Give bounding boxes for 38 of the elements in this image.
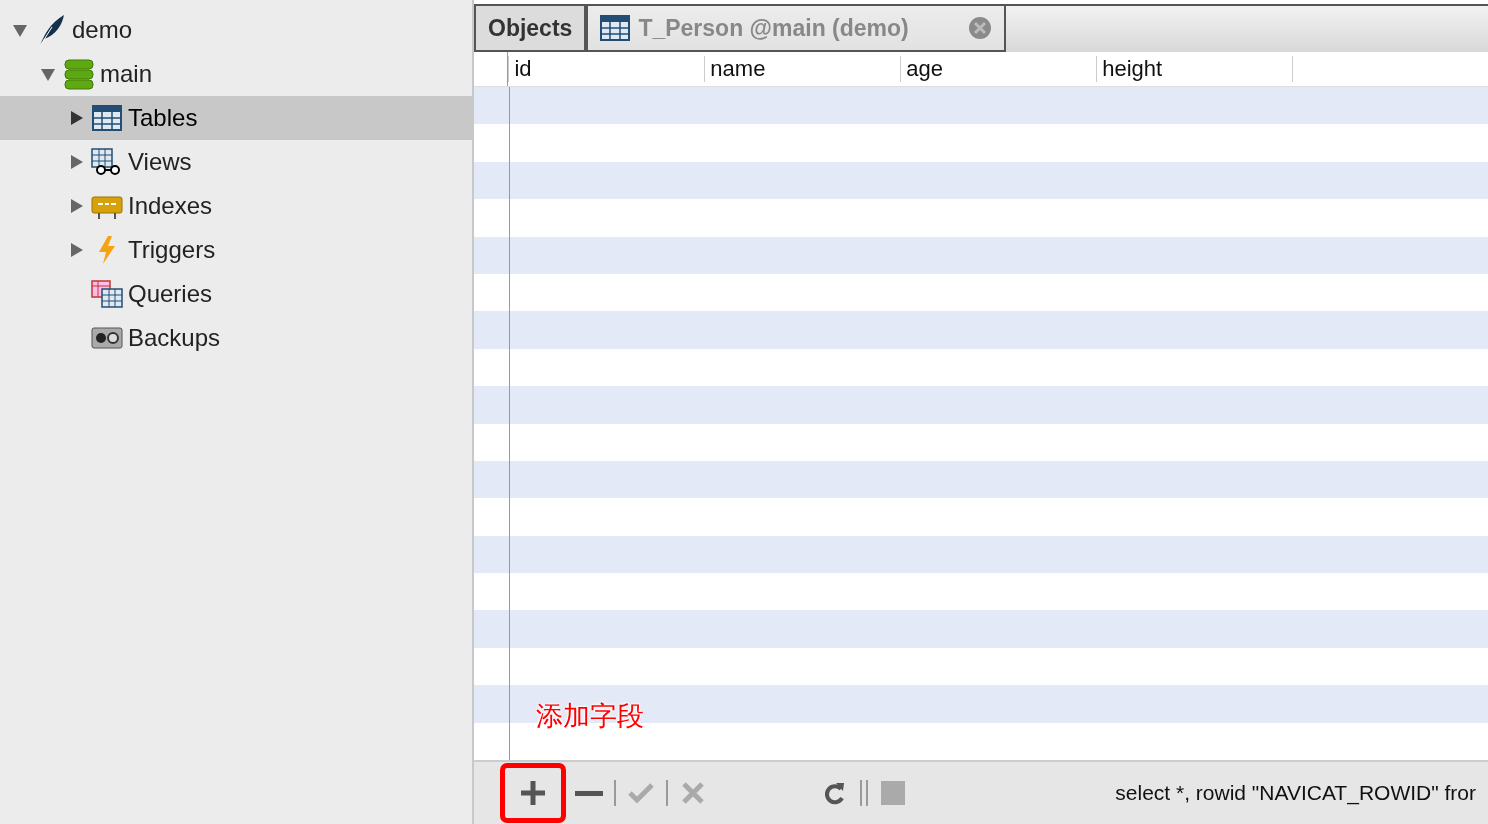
tab-label: Objects [488,14,573,42]
column-header[interactable]: id [508,56,705,82]
tree-item[interactable]: Backups [0,316,472,360]
close-icon[interactable] [968,16,993,40]
minus-icon [575,790,603,796]
callout-label: 添加字段 [536,700,644,733]
tree-item[interactable]: Tables [0,96,472,140]
table-icon [92,105,122,131]
add-icon [521,781,545,805]
cassette-icon [91,327,123,349]
table-icon [600,15,631,41]
expanded-triangle-icon[interactable] [12,22,28,38]
tab[interactable]: Objects [474,6,587,52]
database-icon [63,58,95,90]
add-button[interactable] [500,763,566,823]
table-glasses-icon [91,148,123,176]
column-header[interactable]: height [1096,56,1293,82]
column-header[interactable]: name [704,56,901,82]
refresh-icon [824,781,846,805]
tree-item[interactable]: Indexes [0,184,472,228]
tree-item[interactable]: demo [0,8,472,52]
collapsed-triangle-icon[interactable] [68,198,84,214]
column-header[interactable]: age [900,56,1097,82]
expanded-triangle-icon[interactable] [40,66,56,82]
tree-item[interactable]: Triggers [0,228,472,272]
collapsed-triangle-icon[interactable] [68,242,84,258]
x-icon [682,782,704,804]
sql-status-text: select *, rowid "NAVICAT_ROWID" fror [1115,781,1477,805]
tab-label: T_Person @main (demo) [638,14,909,42]
query-tables-icon [91,280,123,308]
tree-item[interactable]: Views [0,140,472,184]
tree-item[interactable]: main [0,52,472,96]
collapsed-triangle-icon[interactable] [68,110,84,126]
checkmark-icon [628,783,654,803]
stop-icon [881,781,905,805]
collapsed-triangle-icon[interactable] [68,154,84,170]
tree-item[interactable]: Queries [0,272,472,316]
lightning-icon [96,235,118,265]
